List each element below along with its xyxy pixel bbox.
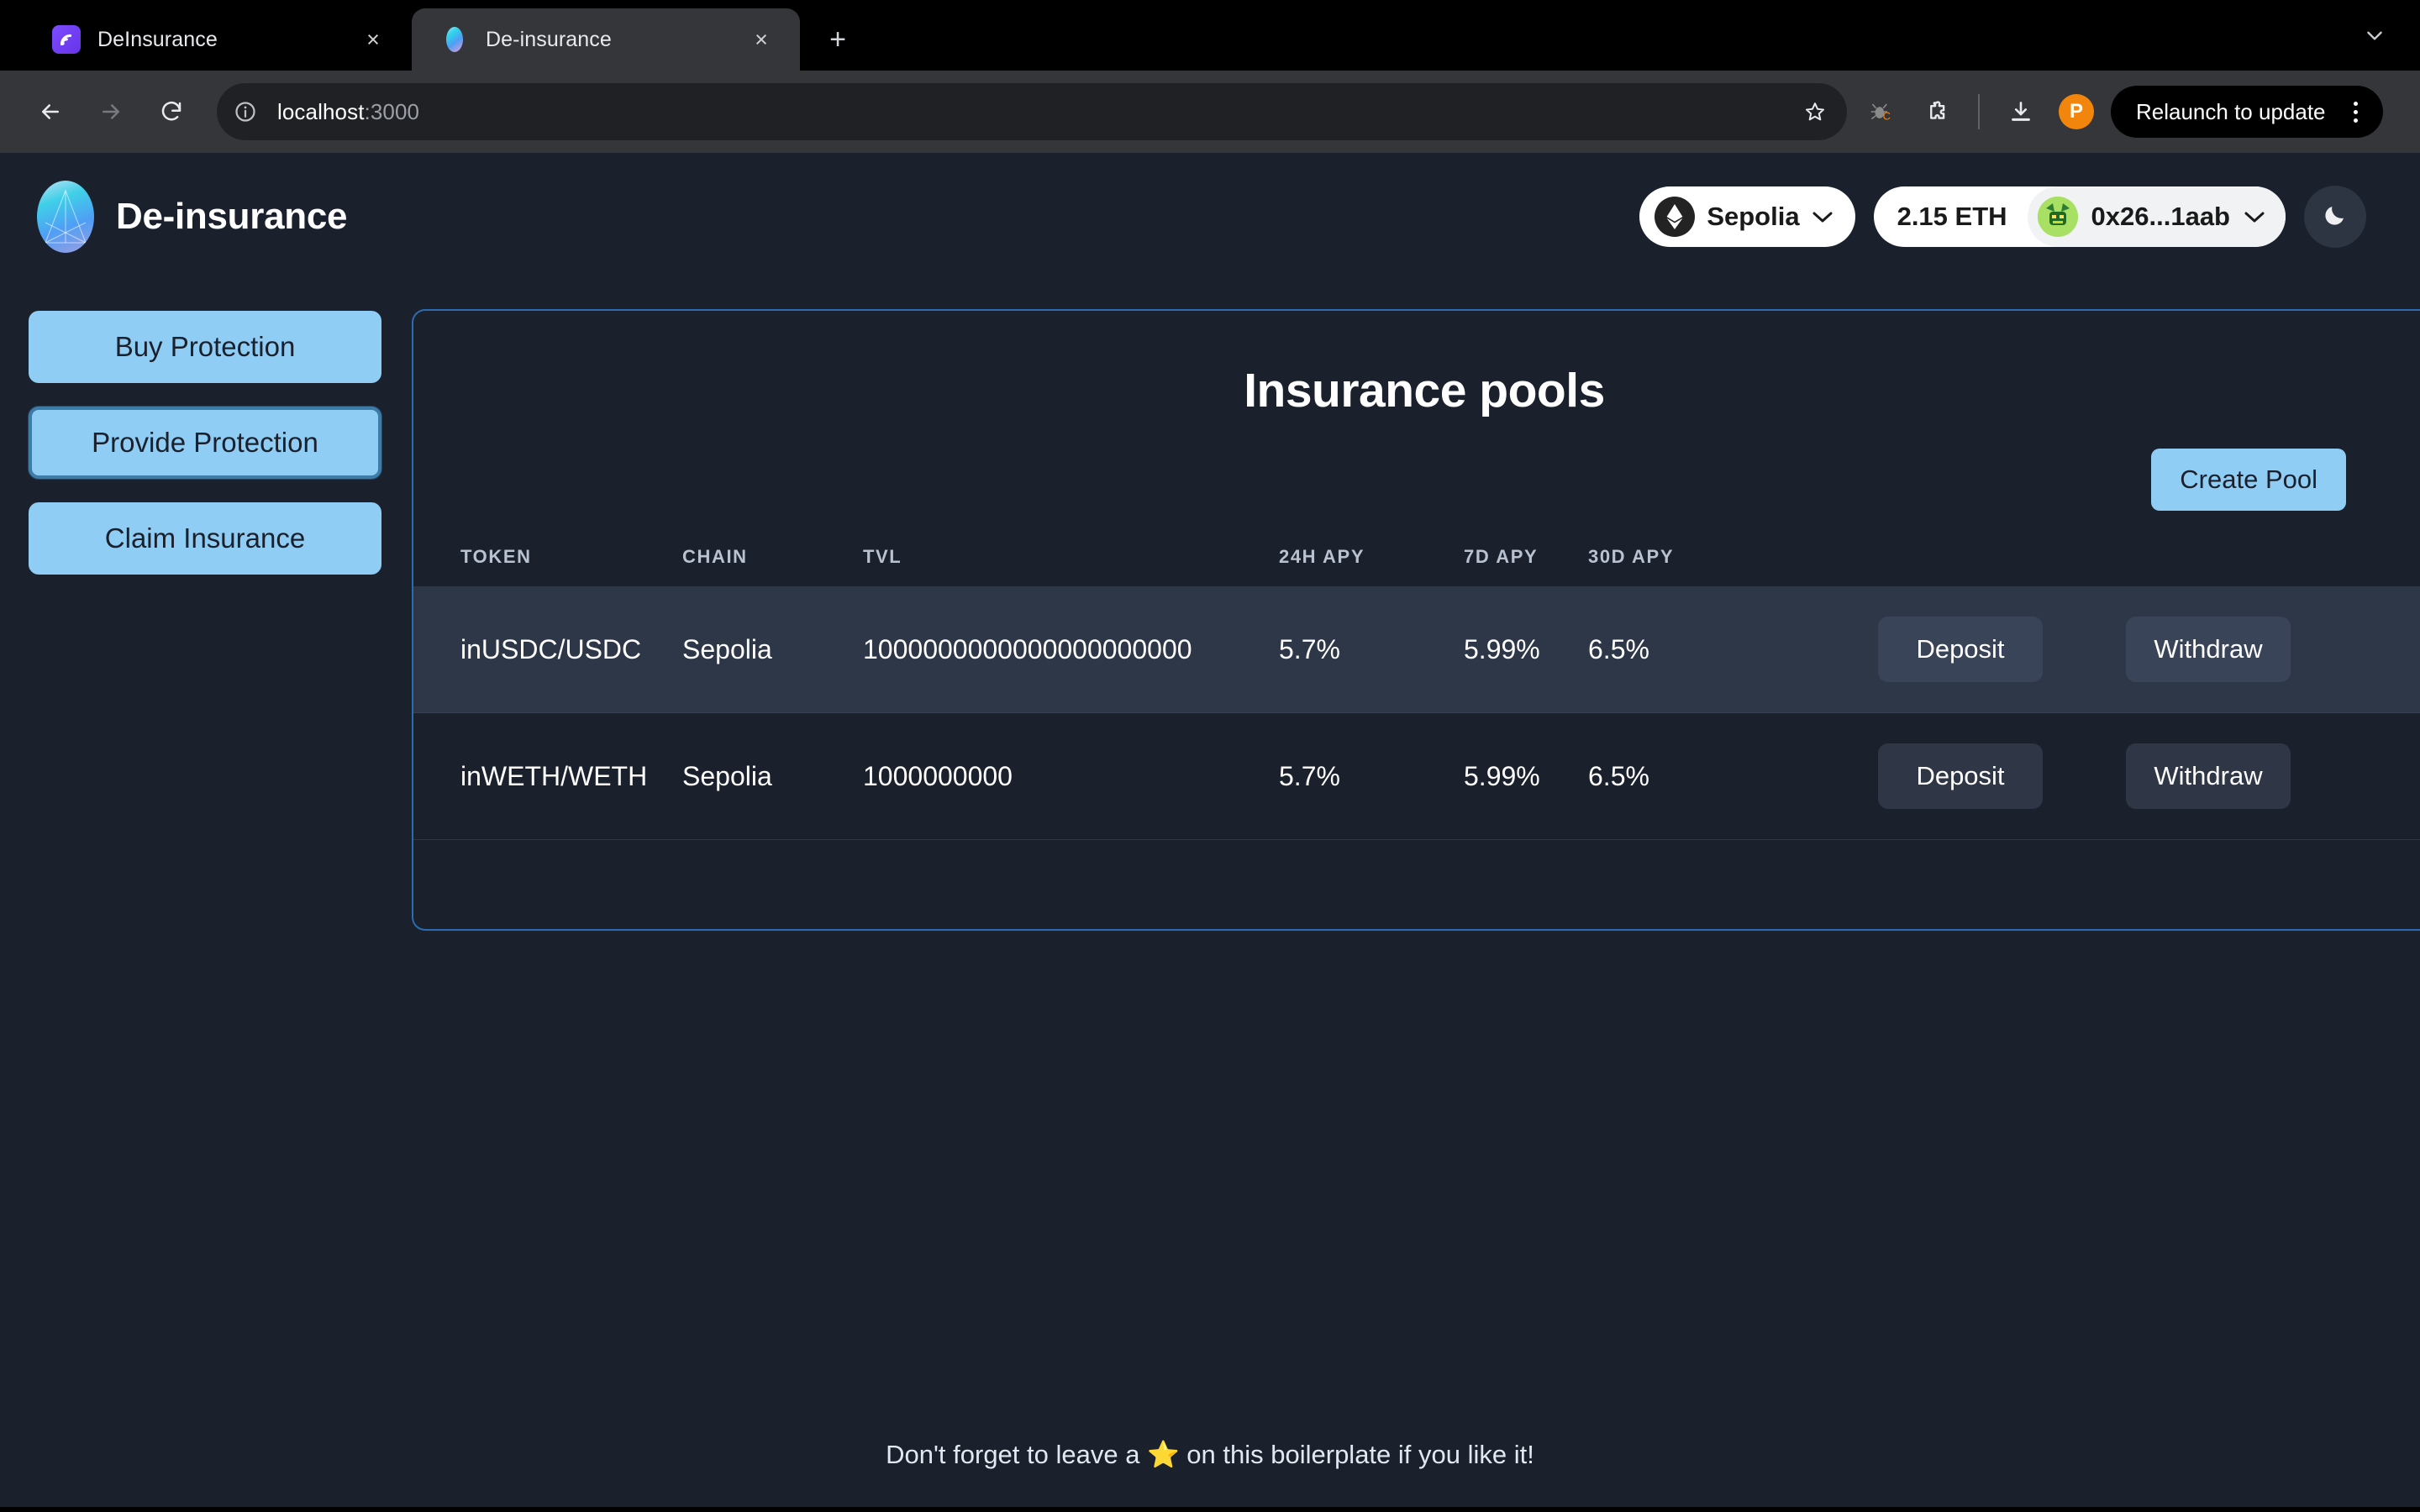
site-info-icon[interactable] [224,90,267,134]
moon-icon [2321,201,2349,234]
network-name: Sepolia [1707,202,1800,231]
insurance-pools-panel: Insurance pools Create Pool TOKEN CHAIN … [412,309,2420,931]
account-address-chip[interactable]: 0x26...1aab [2027,186,2286,247]
account-selector[interactable]: 2.15 ETH 0x26...1aab [1873,186,2286,247]
reload-icon[interactable] [143,83,200,140]
browser-tab-deinsurance[interactable]: DeInsurance × [24,8,412,71]
sidebar-item-claim-insurance[interactable]: Claim Insurance [29,502,381,575]
tab-close-icon[interactable]: × [356,23,390,56]
url-host: localhost [277,98,365,124]
ethereum-icon [1655,197,1696,237]
cell-30d-apy: 6.5% [1588,633,1649,664]
column-header-withdraw [2126,534,2420,586]
sidebar-item-provide-protection[interactable]: Provide Protection [29,407,381,479]
theme-toggle-button[interactable] [2304,186,2366,248]
column-header-token: TOKEN [460,546,532,567]
deposit-button[interactable]: Deposit [1878,617,2043,682]
footer-text-after: on this boilerplate if you like it! [1179,1440,1534,1469]
tab-title: De-insurance [486,27,612,51]
cell-deposit: Deposit [1878,712,2126,840]
brand-name: De-insurance [116,196,348,237]
cell-24h-apy: 5.7% [1279,712,1464,840]
column-header-chain: CHAIN [682,546,748,567]
tab-close-icon[interactable]: × [744,23,778,56]
star-emoji-icon: ⭐ [1147,1440,1180,1469]
panel-actions: Create Pool [413,418,2420,511]
cell-chain: Sepolia [682,712,863,840]
new-tab-button[interactable]: + [813,15,862,64]
browser-toolbar: localhost:3000 C P Relaunch to update [0,71,2420,153]
cell-7d-apy: 5.99% [1464,712,1588,840]
brand: De-insurance [37,181,347,253]
chevron-down-icon [1812,206,1833,228]
column-header-24h-apy: 24H APY [1279,546,1365,567]
star-icon[interactable] [1791,88,1839,135]
signal-wave-icon [52,25,81,54]
back-arrow-icon[interactable] [22,83,79,140]
deposit-button[interactable]: Deposit [1878,743,2043,809]
table-body: inUSDC/USDC Sepolia 10000000000000000000… [413,586,2420,840]
toolbar-divider [1978,94,1980,129]
jazzicon-avatar [2037,197,2078,237]
column-header-deposit [1878,534,2126,586]
page-title: Insurance pools [1244,364,1605,417]
sidebar-nav: Buy Protection Provide Protection Claim … [29,281,381,575]
insurance-pools-table: TOKEN CHAIN TVL 24H APY 7D APY 30D APY i… [413,534,2420,840]
cell-7d-apy: 5.99% [1464,633,1540,664]
downloads-icon[interactable] [1995,86,2047,138]
tab-title: DeInsurance [97,27,218,51]
cell-tvl: 1000000000000000000000 [863,633,1192,664]
browser-tab-de-insurance[interactable]: De-insurance × [412,8,800,71]
cell-chain: Sepolia [682,633,772,664]
sidebar-item-buy-protection[interactable]: Buy Protection [29,311,381,383]
table-header: TOKEN CHAIN TVL 24H APY 7D APY 30D APY [413,534,2420,586]
svg-text:C: C [1883,110,1891,123]
url-port: :3000 [364,98,420,124]
browser-chrome: DeInsurance × De-insurance × + localhost… [0,0,2420,153]
create-pool-button[interactable]: Create Pool [2151,449,2346,511]
body-layout: Buy Protection Provide Protection Claim … [0,281,2420,931]
wallet-balance: 2.15 ETH [1897,202,2007,231]
withdraw-button[interactable]: Withdraw [2126,743,2291,809]
withdraw-button[interactable]: Withdraw [2126,617,2291,682]
de-insurance-logo-icon [440,25,469,54]
relaunch-label: Relaunch to update [2136,98,2326,124]
address-bar[interactable]: localhost:3000 [217,83,1847,140]
cell-30d-apy: 6.5% [1588,712,1878,840]
cell-token: inWETH/WETH [413,712,682,840]
account-address: 0x26...1aab [2091,202,2230,231]
forward-arrow-icon[interactable] [82,83,139,140]
profile-avatar[interactable]: P [2059,94,2094,129]
bug-c-icon[interactable]: C [1855,86,1907,138]
tab-strip: DeInsurance × De-insurance × + [0,0,2420,71]
cell-deposit: Deposit [1878,586,2126,713]
pyramid-logo-icon [37,181,94,253]
chevron-down-icon[interactable] [2351,12,2398,59]
table-row[interactable]: inWETH/WETH Sepolia 1000000000 5.7% 5.99… [413,712,2420,840]
cell-tvl: 1000000000 [863,712,1279,840]
address-bar-text: localhost:3000 [267,99,1791,125]
cell-24h-apy: 5.7% [1279,633,1340,664]
table-row[interactable]: inUSDC/USDC Sepolia 10000000000000000000… [413,586,2420,713]
header-actions: Sepolia 2.15 ETH 0x26...1aab [1639,186,2366,248]
column-header-30d-apy: 30D APY [1588,546,1675,567]
column-header-tvl: TVL [863,546,902,567]
app-header: De-insurance Sepolia 2.15 ETH 0x26...1aa… [0,153,2420,281]
network-selector[interactable]: Sepolia [1639,186,1855,247]
cell-withdraw: Withdraw [2126,712,2420,840]
kebab-menu-icon[interactable] [2338,93,2375,130]
cell-withdraw: Withdraw [2126,586,2420,713]
relaunch-to-update-button[interactable]: Relaunch to update [2111,86,2383,138]
footer-text-before: Don't forget to leave a [886,1440,1148,1469]
cell-token: inUSDC/USDC [460,633,642,664]
page-content: De-insurance Sepolia 2.15 ETH 0x26...1aa… [0,153,2420,1507]
footer-note: Don't forget to leave a ⭐ on this boiler… [0,1439,2420,1470]
chevron-down-icon [2244,206,2265,228]
column-header-7d-apy: 7D APY [1464,546,1539,567]
extensions-puzzle-icon[interactable] [1911,86,1963,138]
